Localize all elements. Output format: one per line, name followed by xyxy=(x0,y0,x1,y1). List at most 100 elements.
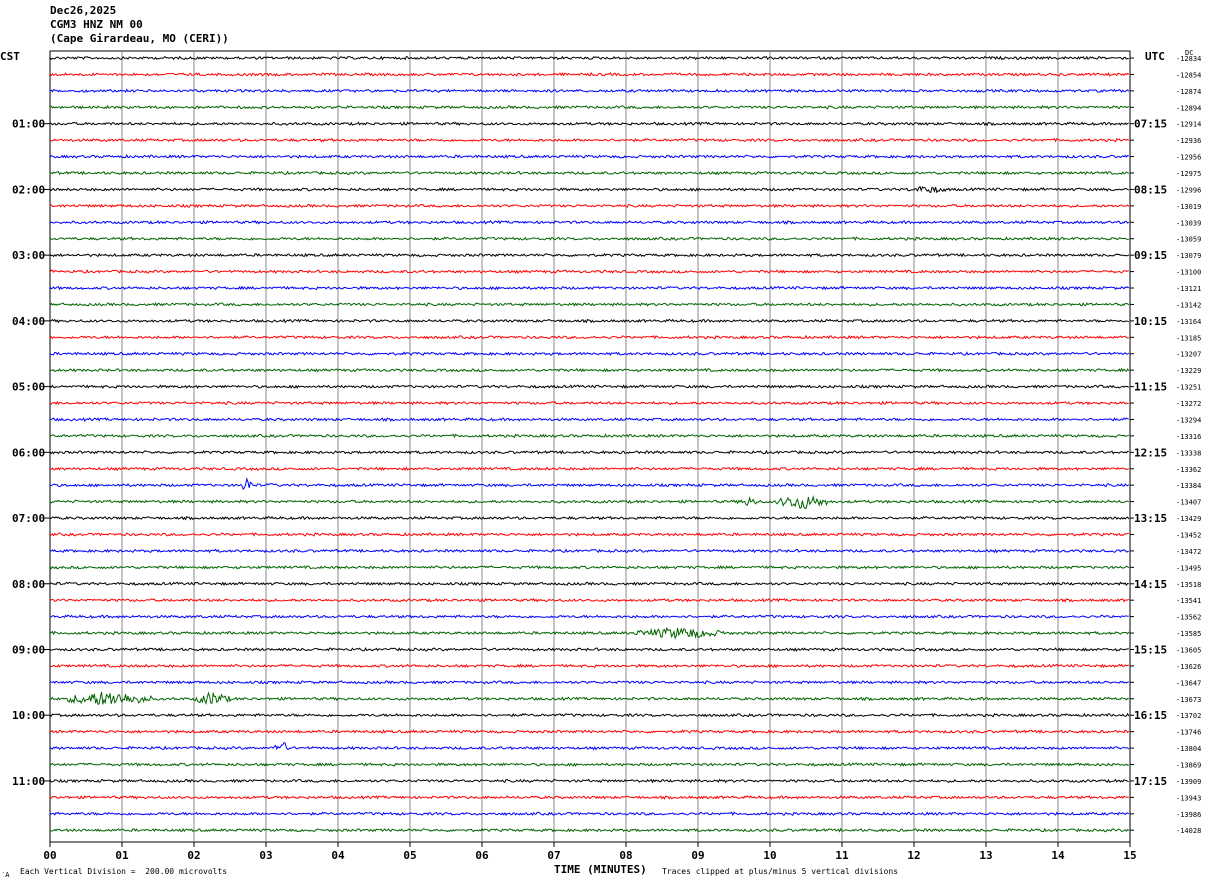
seismic-trace xyxy=(49,55,1129,61)
left-hour-label: 01:00 xyxy=(12,118,45,131)
x-tick-label: 00 xyxy=(43,849,56,862)
seismic-trace xyxy=(49,778,1129,784)
dc-offset-label: -13272 xyxy=(1176,400,1201,408)
dc-offset-label: -13019 xyxy=(1176,203,1201,211)
seismic-trace xyxy=(49,614,1129,619)
seismic-trace xyxy=(49,449,1129,455)
dc-offset-label: -13452 xyxy=(1176,531,1201,539)
left-hour-label: 06:00 xyxy=(12,446,45,459)
right-hour-label: 15:15 xyxy=(1134,643,1167,656)
seismic-trace xyxy=(49,334,1129,340)
x-tick-label: 06 xyxy=(475,849,489,862)
right-hour-label: 17:15 xyxy=(1134,775,1167,788)
seismic-trace xyxy=(49,71,1130,77)
x-tick-label: 13 xyxy=(979,849,992,862)
right-hour-label: 13:15 xyxy=(1134,512,1167,525)
seismic-trace xyxy=(49,367,1130,373)
seismic-trace xyxy=(49,691,1130,706)
seismic-trace xyxy=(49,219,1130,225)
seismic-trace xyxy=(49,531,1129,537)
x-tick-label: 15 xyxy=(1123,849,1136,862)
x-tick-label: 03 xyxy=(259,849,272,862)
seismic-trace xyxy=(49,302,1130,307)
seismic-trace xyxy=(49,548,1129,554)
seismic-trace xyxy=(49,597,1130,603)
seismic-trace xyxy=(49,318,1130,324)
right-hour-label: 14:15 xyxy=(1134,578,1167,591)
left-hour-label: 02:00 xyxy=(12,183,45,196)
seismic-trace xyxy=(49,761,1130,767)
dc-offset-label: -12854 xyxy=(1176,71,1201,79)
seismic-trace xyxy=(49,351,1130,357)
dc-offset-label: -13164 xyxy=(1176,318,1201,326)
dc-offset-label: -13079 xyxy=(1176,252,1201,260)
plot-frame xyxy=(49,50,1131,843)
seismic-trace xyxy=(49,476,1130,491)
dc-offset-label: -13338 xyxy=(1176,449,1201,457)
seismic-trace xyxy=(49,626,1130,640)
dc-offset-label: -13562 xyxy=(1176,614,1201,622)
dc-offset-label: -13362 xyxy=(1176,466,1201,474)
seismic-trace xyxy=(49,811,1130,817)
dc-offset-label: -13121 xyxy=(1176,285,1201,293)
right-hour-label: 16:15 xyxy=(1134,709,1167,722)
dc-offset-label: -13407 xyxy=(1176,499,1201,507)
seismic-trace xyxy=(49,104,1130,110)
seismic-trace xyxy=(49,236,1129,242)
dc-offset-label: -13909 xyxy=(1176,778,1201,786)
dc-offset-label: -13518 xyxy=(1176,581,1201,589)
seismic-trace xyxy=(49,400,1129,406)
dc-offset-label: -13746 xyxy=(1176,729,1201,737)
x-tick-label: 04 xyxy=(331,849,345,862)
x-tick-label: 10 xyxy=(763,849,776,862)
x-tick-label: 02 xyxy=(187,849,200,862)
dc-offset-label: -13207 xyxy=(1176,351,1201,359)
dc-offset-label: -13251 xyxy=(1176,384,1201,392)
seismic-trace xyxy=(49,564,1130,570)
dc-offset-label: -13059 xyxy=(1176,236,1201,244)
seismic-trace xyxy=(49,433,1130,439)
dc-offset-label: -12936 xyxy=(1176,137,1201,145)
dc-offset-label: -13039 xyxy=(1176,219,1201,227)
dc-offset-label: -12914 xyxy=(1176,121,1201,129)
seismic-trace xyxy=(49,729,1130,734)
dc-offset-label: -13986 xyxy=(1176,811,1201,819)
seismic-trace xyxy=(49,581,1129,587)
seismic-trace xyxy=(49,712,1130,718)
seismic-trace xyxy=(49,417,1129,422)
right-hour-label: 10:15 xyxy=(1134,315,1167,328)
left-hour-label: 07:00 xyxy=(12,512,45,525)
seismic-trace xyxy=(49,121,1129,127)
dc-offset-label: -13804 xyxy=(1176,745,1201,753)
seismogram-plot: 00 01 02 03 04 05 06 07 08 09 10 11 12 13 14 15 -12834 -1… xyxy=(12,50,1201,862)
x-tick-label: 08 xyxy=(619,849,632,862)
seismic-trace xyxy=(49,663,1129,669)
seismic-trace xyxy=(49,88,1130,94)
seismic-trace xyxy=(49,646,1129,652)
seismic-trace xyxy=(49,154,1130,159)
seismic-trace xyxy=(49,269,1129,274)
x-tick-label: 05 xyxy=(403,849,416,862)
left-hour-label: 11:00 xyxy=(12,775,45,788)
left-hour-label: 05:00 xyxy=(12,381,45,394)
dc-offset-label: -12894 xyxy=(1176,104,1201,112)
corner-mark: ′A xyxy=(1,871,10,879)
seismic-trace xyxy=(49,794,1129,800)
x-axis-title: TIME (MINUTES) xyxy=(554,863,647,876)
x-tick-label: 11 xyxy=(835,849,849,862)
vertical-scale-note: Each Vertical Division = 200.00 microvol… xyxy=(20,867,228,876)
dc-offset-label: -13472 xyxy=(1176,548,1201,556)
dc-offset-label: -13869 xyxy=(1176,761,1201,769)
x-tick-label: 07 xyxy=(547,849,560,862)
dc-offset-label: -13294 xyxy=(1176,416,1201,424)
left-hour-label: 09:00 xyxy=(12,643,45,656)
dc-offset-label: -13585 xyxy=(1176,630,1201,638)
dc-offset-label: -13316 xyxy=(1176,433,1201,441)
x-tick-label: 14 xyxy=(1051,849,1065,862)
dc-offset-label: -13943 xyxy=(1176,794,1201,802)
left-hour-label: 03:00 xyxy=(12,249,45,262)
seismic-trace xyxy=(49,466,1129,472)
dc-offset-label: -13185 xyxy=(1176,334,1201,342)
right-hour-label: 11:15 xyxy=(1134,381,1167,394)
seismic-trace xyxy=(49,170,1130,176)
